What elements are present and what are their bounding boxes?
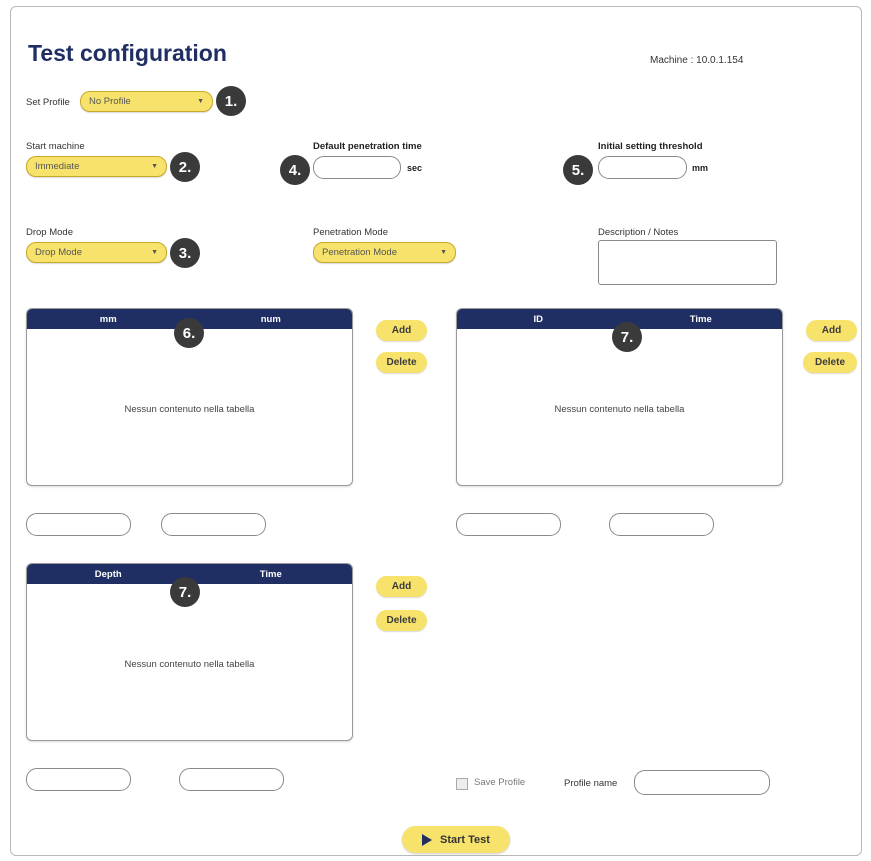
column-header[interactable]: Time — [620, 314, 783, 325]
start-machine-value: Immediate — [35, 161, 80, 172]
profile-select[interactable]: No Profile ▼ — [80, 91, 213, 112]
column-header[interactable]: ID — [457, 314, 620, 325]
column-header[interactable]: Time — [190, 569, 353, 580]
threshold-input[interactable] — [598, 156, 687, 179]
chevron-down-icon: ▼ — [197, 98, 204, 105]
add-button[interactable]: Add — [376, 576, 427, 597]
depth-time-input[interactable] — [179, 768, 284, 791]
drop-mode-select[interactable]: Drop Mode ▼ — [26, 242, 167, 263]
mm-input[interactable] — [26, 513, 131, 536]
delete-button[interactable]: Delete — [376, 352, 427, 373]
num-input[interactable] — [161, 513, 266, 536]
callout-badge-5: 5. — [563, 155, 593, 185]
start-machine-select[interactable]: Immediate ▼ — [26, 156, 167, 177]
add-button[interactable]: Add — [806, 320, 857, 341]
notes-label: Description / Notes — [598, 227, 679, 238]
callout-badge-2: 2. — [170, 152, 200, 182]
set-profile-label: Set Profile — [26, 97, 70, 108]
page-title: Test configuration — [28, 40, 227, 66]
chevron-down-icon: ▼ — [151, 249, 158, 256]
drop-mode-value: Drop Mode — [35, 247, 82, 258]
penetration-mode-label: Penetration Mode — [313, 227, 388, 238]
machine-address: Machine : 10.0.1.154 — [650, 55, 744, 66]
start-test-button[interactable]: Start Test — [402, 826, 510, 853]
column-header[interactable]: num — [190, 314, 353, 325]
threshold-unit: mm — [692, 163, 709, 173]
chevron-down-icon: ▼ — [151, 163, 158, 170]
callout-badge-7-second: 7. — [170, 577, 200, 607]
callout-badge-7: 7. — [612, 322, 642, 352]
threshold-label: Initial setting threshold — [598, 141, 703, 152]
start-test-label: Start Test — [440, 833, 490, 846]
save-profile-checkbox[interactable] — [456, 778, 468, 790]
profile-select-value: No Profile — [89, 96, 131, 107]
id-input[interactable] — [456, 513, 561, 536]
empty-table-message: Nessun contenuto nella tabella — [124, 404, 255, 415]
penetration-time-input[interactable] — [313, 156, 401, 179]
callout-badge-1: 1. — [216, 86, 246, 116]
time-input[interactable] — [609, 513, 714, 536]
penetration-mode-value: Penetration Mode — [322, 247, 397, 258]
callout-badge-3: 3. — [170, 238, 200, 268]
profile-name-input[interactable] — [634, 770, 770, 795]
play-icon — [422, 833, 433, 846]
column-header[interactable]: mm — [27, 314, 190, 325]
delete-button[interactable]: Delete — [803, 352, 857, 373]
penetration-time-label: Default penetration time — [313, 141, 422, 152]
penetration-time-unit: sec — [407, 163, 423, 173]
notes-textarea[interactable] — [598, 240, 777, 285]
delete-button[interactable]: Delete — [376, 610, 427, 631]
column-header[interactable]: Depth — [27, 569, 190, 580]
start-machine-label: Start machine — [26, 141, 85, 152]
depth-input[interactable] — [26, 768, 131, 791]
empty-table-message: Nessun contenuto nella tabella — [124, 659, 255, 670]
chevron-down-icon: ▼ — [440, 249, 447, 256]
drop-mode-label: Drop Mode — [26, 227, 73, 238]
penetration-mode-select[interactable]: Penetration Mode ▼ — [313, 242, 456, 263]
add-button[interactable]: Add — [376, 320, 427, 341]
callout-badge-6: 6. — [174, 318, 204, 348]
profile-name-label: Profile name — [564, 778, 618, 789]
callout-badge-4: 4. — [280, 155, 310, 185]
save-profile-label: Save Profile — [474, 777, 526, 788]
empty-table-message: Nessun contenuto nella tabella — [554, 404, 685, 415]
